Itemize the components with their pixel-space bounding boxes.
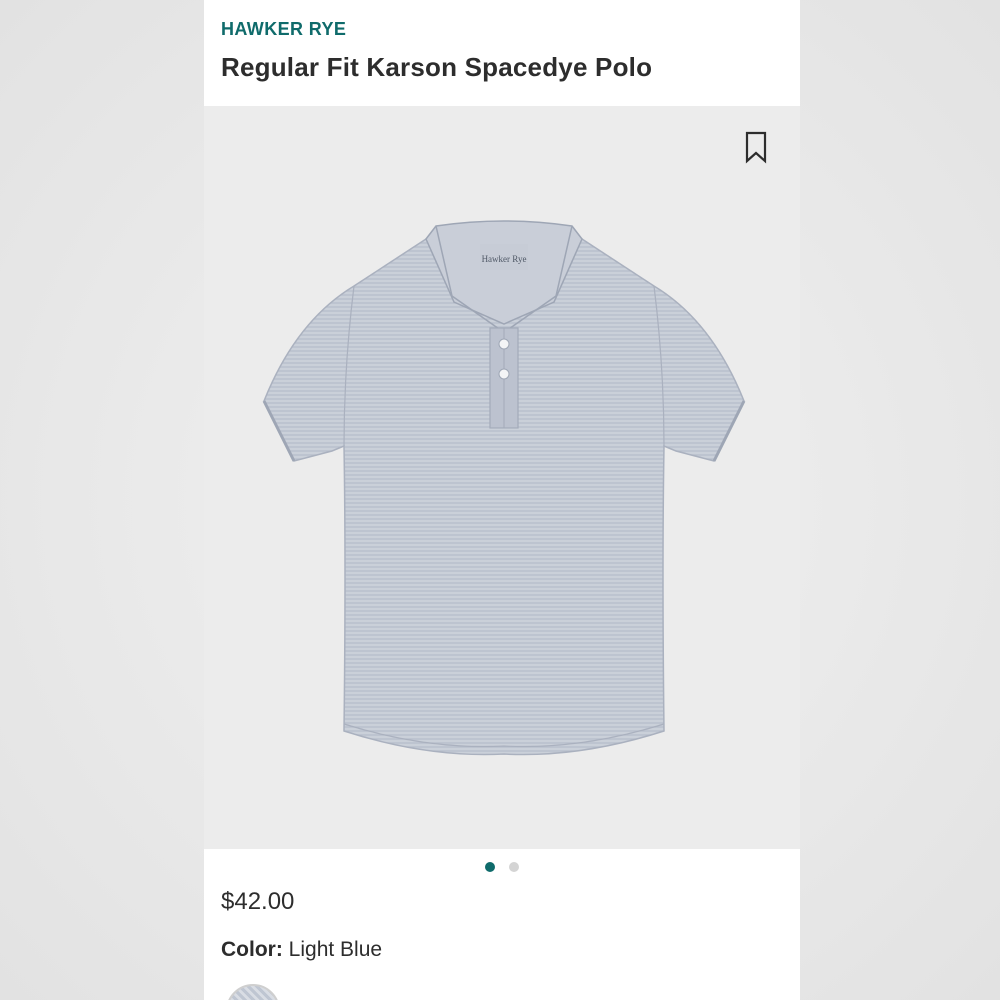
color-swatch-light-blue[interactable] bbox=[226, 984, 280, 1000]
color-label: Color: bbox=[221, 938, 283, 961]
product-image: Hawker Rye bbox=[262, 220, 746, 756]
product-title: Regular Fit Karson Spacedye Polo bbox=[221, 52, 653, 82]
product-image-gallery[interactable]: Hawker Rye bbox=[204, 106, 800, 849]
carousel-dot-2[interactable] bbox=[509, 862, 519, 872]
carousel-dots bbox=[204, 862, 800, 874]
product-card: HAWKER RYE Regular Fit Karson Spacedye P… bbox=[204, 0, 800, 1000]
color-info: Color: Light Blue bbox=[221, 938, 382, 962]
product-price: $42.00 bbox=[221, 888, 295, 915]
brand-name[interactable]: HAWKER RYE bbox=[221, 19, 346, 40]
bookmark-icon[interactable] bbox=[740, 130, 772, 164]
carousel-dot-1[interactable] bbox=[485, 862, 495, 872]
color-value: Light Blue bbox=[288, 938, 383, 961]
shirt-tag-text: Hawker Rye bbox=[482, 254, 527, 264]
